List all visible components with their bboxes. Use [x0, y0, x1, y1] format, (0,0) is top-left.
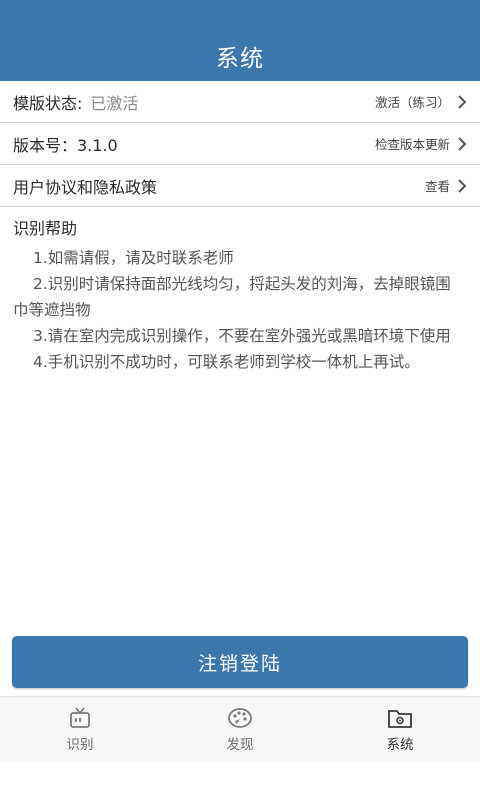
- help-item: 3.请在室内完成识别操作，不要在室外强光或黑暗环境下使用: [33, 327, 451, 345]
- header-bar: 系统: [0, 0, 480, 82]
- template-status-value: 已激活: [90, 93, 139, 113]
- activate-practice-label: 激活（练习）: [374, 95, 450, 110]
- template-status-row[interactable]: 模版状态: 已激活 激活（练习）: [0, 81, 480, 123]
- recognition-help: 识别帮助 1.如需请假，请及时联系老师 2.识别时请保持面部光线均匀，捋起头发的…: [13, 215, 463, 375]
- tv-icon: [70, 707, 90, 728]
- tab-system-label: 系统: [386, 737, 414, 753]
- chevron-right-icon: [458, 94, 467, 109]
- help-title: 识别帮助: [13, 219, 78, 238]
- tab-system[interactable]: 系统: [320, 697, 480, 762]
- activate-practice-link[interactable]: 激活（练习）: [375, 92, 468, 111]
- chevron-right-icon: [458, 136, 467, 151]
- bottom-tab-bar: 识别 发现 系统: [0, 696, 480, 762]
- agreement-row[interactable]: 用户协议和隐私政策 查看: [0, 165, 480, 207]
- check-update-label: 检查版本更新: [374, 137, 450, 152]
- help-item: 4.手机识别不成功时，可联系老师到学校一体机上再试。: [33, 353, 420, 371]
- tab-discover[interactable]: 发现: [160, 697, 320, 762]
- page-title: 系统: [216, 46, 264, 72]
- tab-recognize-label: 识别: [66, 737, 94, 753]
- check-update-link[interactable]: 检查版本更新: [375, 134, 468, 153]
- help-item: 2.识别时请保持面部光线均匀，捋起头发的刘海，去掉眼镜围巾等遮挡物: [13, 275, 451, 319]
- tab-discover-label: 发现: [226, 737, 254, 753]
- folder-gear-icon: [388, 710, 412, 728]
- help-item: 1.如需请假，请及时联系老师: [33, 249, 234, 267]
- agreement-label: 用户协议和隐私政策: [13, 177, 158, 197]
- chevron-right-icon: [458, 178, 467, 193]
- logout-button[interactable]: 注销登陆: [12, 636, 468, 688]
- bottom-safe-area: [0, 762, 480, 800]
- template-status-label: 模版状态:: [13, 93, 83, 113]
- version-row[interactable]: 版本号：3.1.0 检查版本更新: [0, 123, 480, 165]
- palette-icon: [228, 708, 252, 728]
- tab-recognize[interactable]: 识别: [0, 697, 160, 762]
- version-label: 版本号：3.1.0: [13, 135, 118, 155]
- view-agreement-link[interactable]: 查看: [425, 176, 468, 195]
- view-label: 查看: [424, 179, 450, 194]
